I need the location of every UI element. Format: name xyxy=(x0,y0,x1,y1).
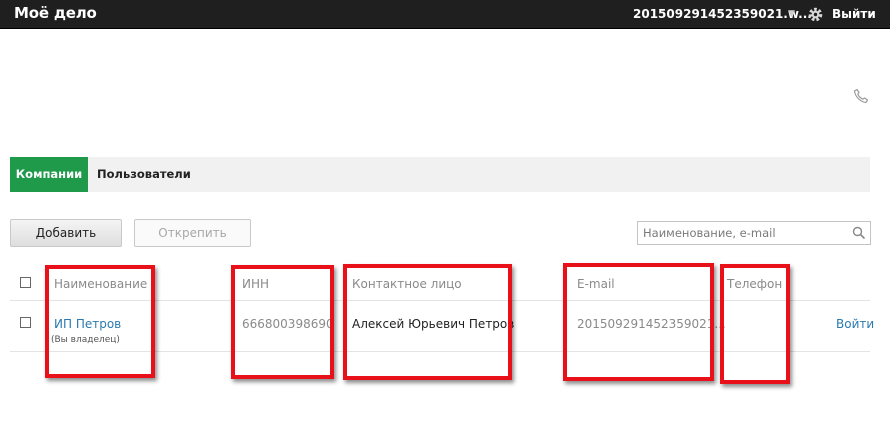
tab-bar: Компании Пользователи xyxy=(10,157,870,192)
search-input[interactable] xyxy=(638,222,848,244)
tab-companies[interactable]: Компании xyxy=(10,157,88,192)
chevron-down-icon[interactable]: ▼ xyxy=(788,9,795,19)
search-box xyxy=(637,221,871,245)
add-button[interactable]: Добавить xyxy=(10,219,122,247)
row-checkbox[interactable] xyxy=(20,317,31,328)
annotation-box-phone xyxy=(720,264,790,384)
select-all-checkbox[interactable] xyxy=(20,277,31,288)
phone-icon[interactable] xyxy=(853,88,869,104)
logout-link[interactable]: Выйти xyxy=(832,7,876,21)
detach-button[interactable]: Открепить xyxy=(134,219,251,247)
tab-users[interactable]: Пользователи xyxy=(97,157,191,192)
gear-icon[interactable] xyxy=(807,6,824,23)
app-logo[interactable]: Моё дело xyxy=(14,4,97,22)
search-icon[interactable] xyxy=(852,226,866,240)
annotation-box-name xyxy=(45,265,155,378)
annotation-box-inn xyxy=(231,265,334,379)
login-link[interactable]: Войти xyxy=(836,317,874,331)
user-account-menu[interactable]: 20150929145235902​1.w... xyxy=(633,7,812,21)
annotation-box-email xyxy=(563,263,714,381)
top-bar: Моё дело 20150929145235902​1.w... ▼ Выйт… xyxy=(0,0,890,29)
annotation-box-contact xyxy=(343,264,512,380)
